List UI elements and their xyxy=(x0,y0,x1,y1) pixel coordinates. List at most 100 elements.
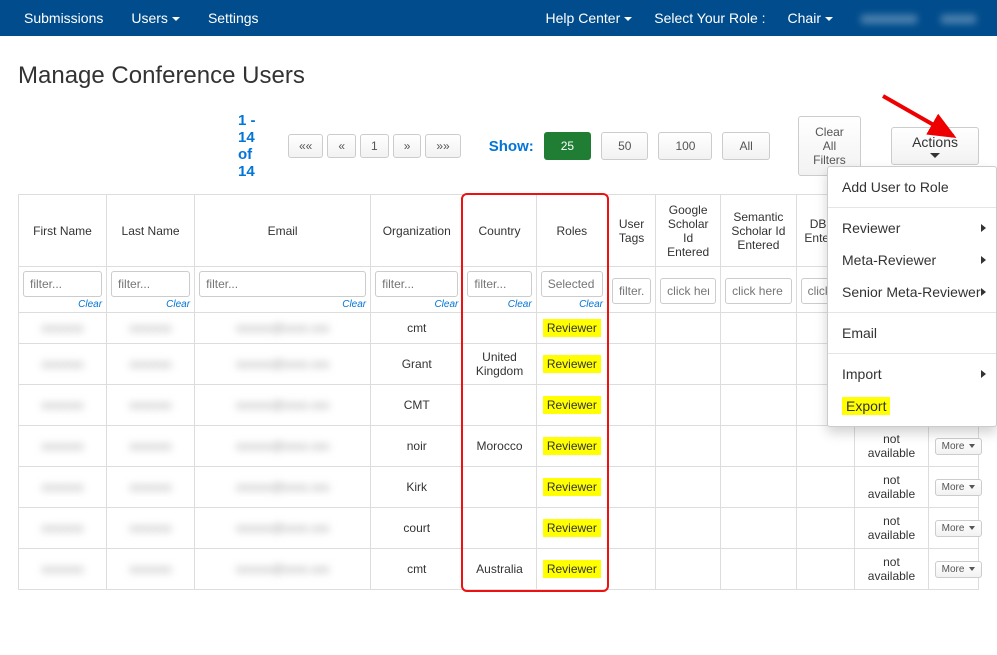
cell-ss xyxy=(721,426,796,467)
cell-last-name: xxxxxxx xyxy=(130,480,172,494)
cell-gs xyxy=(656,426,721,467)
dd-divider xyxy=(828,207,996,208)
cell-dblp xyxy=(796,549,855,590)
col-email[interactable]: Email xyxy=(195,195,371,267)
nav-settings[interactable]: Settings xyxy=(194,2,273,34)
nav-help-center[interactable]: Help Center xyxy=(532,2,647,34)
show-50[interactable]: 50 xyxy=(601,132,648,160)
cell-ss xyxy=(721,549,796,590)
pager-page-1[interactable]: 1 xyxy=(360,134,389,158)
col-country[interactable]: Country xyxy=(463,195,536,267)
user-name[interactable]: xxxxxxxx xyxy=(847,2,927,34)
more-button[interactable]: More xyxy=(935,520,983,537)
dd-email[interactable]: Email xyxy=(828,317,996,349)
clear-filter[interactable]: Clear xyxy=(23,299,102,310)
cell-email: xxxxxx@xxxx.xxx xyxy=(236,321,330,335)
cell-first-name: xxxxxxx xyxy=(42,562,84,576)
pager-next[interactable]: » xyxy=(393,134,422,158)
col-google-scholar[interactable]: Google Scholar Id Entered xyxy=(656,195,721,267)
show-25[interactable]: 25 xyxy=(544,132,591,160)
dd-divider xyxy=(828,312,996,313)
clear-filter[interactable]: Clear xyxy=(467,299,531,310)
dd-import[interactable]: Import xyxy=(828,358,996,390)
cell-user-tags xyxy=(607,549,655,590)
user-menu[interactable]: xxxxx xyxy=(927,2,987,34)
col-organization[interactable]: Organization xyxy=(371,195,463,267)
cell-country xyxy=(463,467,536,508)
col-user-tags[interactable]: User Tags xyxy=(607,195,655,267)
filter-country[interactable] xyxy=(467,271,531,297)
more-button[interactable]: More xyxy=(935,561,983,578)
nav-submissions[interactable]: Submissions xyxy=(10,2,117,34)
actions-button[interactable]: Actions xyxy=(891,127,979,165)
cell-first-name: xxxxxxx xyxy=(42,439,84,453)
cell-actions: More xyxy=(928,426,978,467)
cell-roles: Reviewer xyxy=(536,426,607,467)
dd-meta-reviewer[interactable]: Meta-Reviewer xyxy=(828,244,996,276)
cell-email: xxxxxx@xxxx.xxx xyxy=(236,480,330,494)
pager-first[interactable]: «« xyxy=(288,134,323,158)
col-semantic-scholar[interactable]: Semantic Scholar Id Entered xyxy=(721,195,796,267)
show-100[interactable]: 100 xyxy=(658,132,712,160)
more-button[interactable]: More xyxy=(935,479,983,496)
filter-semantic-scholar[interactable] xyxy=(725,278,791,304)
cell-country: Australia xyxy=(463,549,536,590)
cell-country xyxy=(463,508,536,549)
filter-organization[interactable] xyxy=(375,271,458,297)
cell-dblp xyxy=(796,426,855,467)
clear-filter[interactable]: Clear xyxy=(541,299,603,310)
cell-user-tags xyxy=(607,426,655,467)
actions-dropdown: Add User to Role Reviewer Meta-Reviewer … xyxy=(827,166,997,427)
role-dropdown[interactable]: Chair xyxy=(774,2,847,34)
cell-email: xxxxxx@xxxx.xxx xyxy=(236,439,330,453)
cell-user-tags xyxy=(607,385,655,426)
dd-add-user-to-role[interactable]: Add User to Role xyxy=(828,171,996,203)
filter-user-tags[interactable] xyxy=(612,278,651,304)
cell-gs xyxy=(656,344,721,385)
col-last-name[interactable]: Last Name xyxy=(107,195,195,267)
table-row: xxxxxxxxxxxxxxxxxxxx@xxxx.xxxcourtReview… xyxy=(19,508,979,549)
cell-profile: not available xyxy=(855,549,928,590)
col-first-name[interactable]: First Name xyxy=(19,195,107,267)
cell-organization: cmt xyxy=(371,549,463,590)
cell-country xyxy=(463,385,536,426)
nav-users[interactable]: Users xyxy=(117,2,194,34)
caret-down-icon xyxy=(969,485,975,489)
pager-prev[interactable]: « xyxy=(327,134,356,158)
cell-gs xyxy=(656,467,721,508)
cell-last-name: xxxxxxx xyxy=(130,357,172,371)
filter-google-scholar[interactable] xyxy=(660,278,716,304)
cell-roles: Reviewer xyxy=(536,508,607,549)
clear-filter[interactable]: Clear xyxy=(111,299,190,310)
table-row: xxxxxxxxxxxxxxxxxxxx@xxxx.xxxcmtAustrali… xyxy=(19,549,979,590)
more-button[interactable]: More xyxy=(935,438,983,455)
cell-last-name: xxxxxxx xyxy=(130,521,172,535)
cell-email: xxxxxx@xxxx.xxx xyxy=(236,521,330,535)
clear-filter[interactable]: Clear xyxy=(199,299,366,310)
dd-reviewer[interactable]: Reviewer xyxy=(828,212,996,244)
cell-actions: More xyxy=(928,549,978,590)
cell-user-tags xyxy=(607,344,655,385)
clear-filter[interactable]: Clear xyxy=(375,299,458,310)
col-roles[interactable]: Roles xyxy=(536,195,607,267)
filter-last-name[interactable] xyxy=(111,271,190,297)
show-all[interactable]: All xyxy=(722,132,769,160)
show-label: Show: xyxy=(489,138,534,155)
dd-senior-meta-reviewer[interactable]: Senior Meta-Reviewer xyxy=(828,276,996,308)
cell-organization: Grant xyxy=(371,344,463,385)
cell-first-name: xxxxxxx xyxy=(42,398,84,412)
cell-last-name: xxxxxxx xyxy=(130,321,172,335)
cell-organization: Kirk xyxy=(371,467,463,508)
caret-down-icon xyxy=(969,567,975,571)
pager-last[interactable]: »» xyxy=(425,134,460,158)
cell-first-name: xxxxxxx xyxy=(42,480,84,494)
cell-organization: cmt xyxy=(371,313,463,344)
filter-email[interactable] xyxy=(199,271,366,297)
filter-roles[interactable] xyxy=(541,271,603,297)
cell-organization: court xyxy=(371,508,463,549)
cell-dblp xyxy=(796,467,855,508)
cell-organization: noir xyxy=(371,426,463,467)
cell-actions: More xyxy=(928,467,978,508)
dd-export[interactable]: Export xyxy=(828,390,996,422)
filter-first-name[interactable] xyxy=(23,271,102,297)
